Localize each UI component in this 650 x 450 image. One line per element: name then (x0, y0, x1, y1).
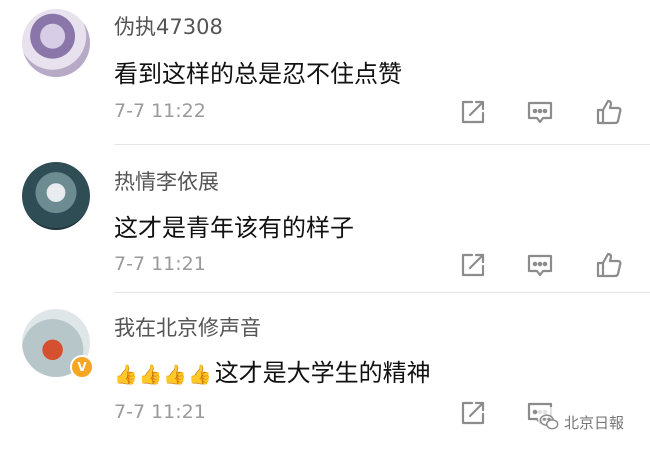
share-icon (461, 401, 485, 425)
comment-username[interactable]: 我在北京修声音 (114, 312, 261, 342)
comment-text: 这才是青年该有的样子 (114, 214, 354, 242)
comment-text: 👍👍👍👍 这才是大学生的精神 (114, 353, 431, 388)
comment-text-body: 这才是大学生的精神 (214, 359, 431, 387)
like-button[interactable] (594, 250, 624, 280)
comment-username[interactable]: 热情李依展 (114, 166, 219, 196)
wechat-icon (539, 414, 559, 430)
comment-text: 看到这样的总是忍不住点赞 (114, 60, 402, 88)
avatar[interactable] (22, 162, 90, 230)
comment-timestamp: 7-7 11:21 (114, 401, 206, 423)
comment-timestamp: 7-7 11:22 (114, 100, 206, 122)
thumbs-up-icon (596, 99, 622, 125)
thumbs-up-emoji: 👍 (138, 364, 163, 386)
thumbs-up-emoji-group: 👍👍👍👍 (114, 359, 213, 387)
divider (114, 292, 650, 293)
comment-icon (527, 254, 553, 277)
thumbs-up-icon (596, 252, 622, 278)
avatar[interactable] (22, 9, 90, 77)
like-button[interactable] (594, 97, 624, 127)
reply-button[interactable] (525, 250, 555, 280)
comment-item: 伪执47308 看到这样的总是忍不住点赞 7-7 11:22 (0, 0, 650, 150)
comment-timestamp: 7-7 11:21 (114, 253, 206, 275)
thumbs-up-emoji: 👍 (188, 364, 212, 386)
comment-username[interactable]: 伪执47308 (114, 11, 223, 41)
share-button[interactable] (458, 398, 488, 428)
thumbs-up-emoji: 👍 (163, 364, 188, 386)
share-button[interactable] (458, 97, 488, 127)
share-icon (461, 253, 485, 277)
thumbs-up-emoji: 👍 (114, 364, 138, 386)
verified-badge: V (70, 355, 94, 379)
divider (114, 144, 650, 145)
reply-button[interactable] (525, 97, 555, 127)
share-button[interactable] (458, 250, 488, 280)
comment-icon (527, 101, 553, 124)
comment-item: 热情李依展 这才是青年该有的样子 7-7 11:21 (0, 148, 650, 298)
share-icon (461, 100, 485, 124)
watermark: 北京日報 (538, 407, 646, 437)
watermark-text: 北京日報 (564, 413, 625, 432)
